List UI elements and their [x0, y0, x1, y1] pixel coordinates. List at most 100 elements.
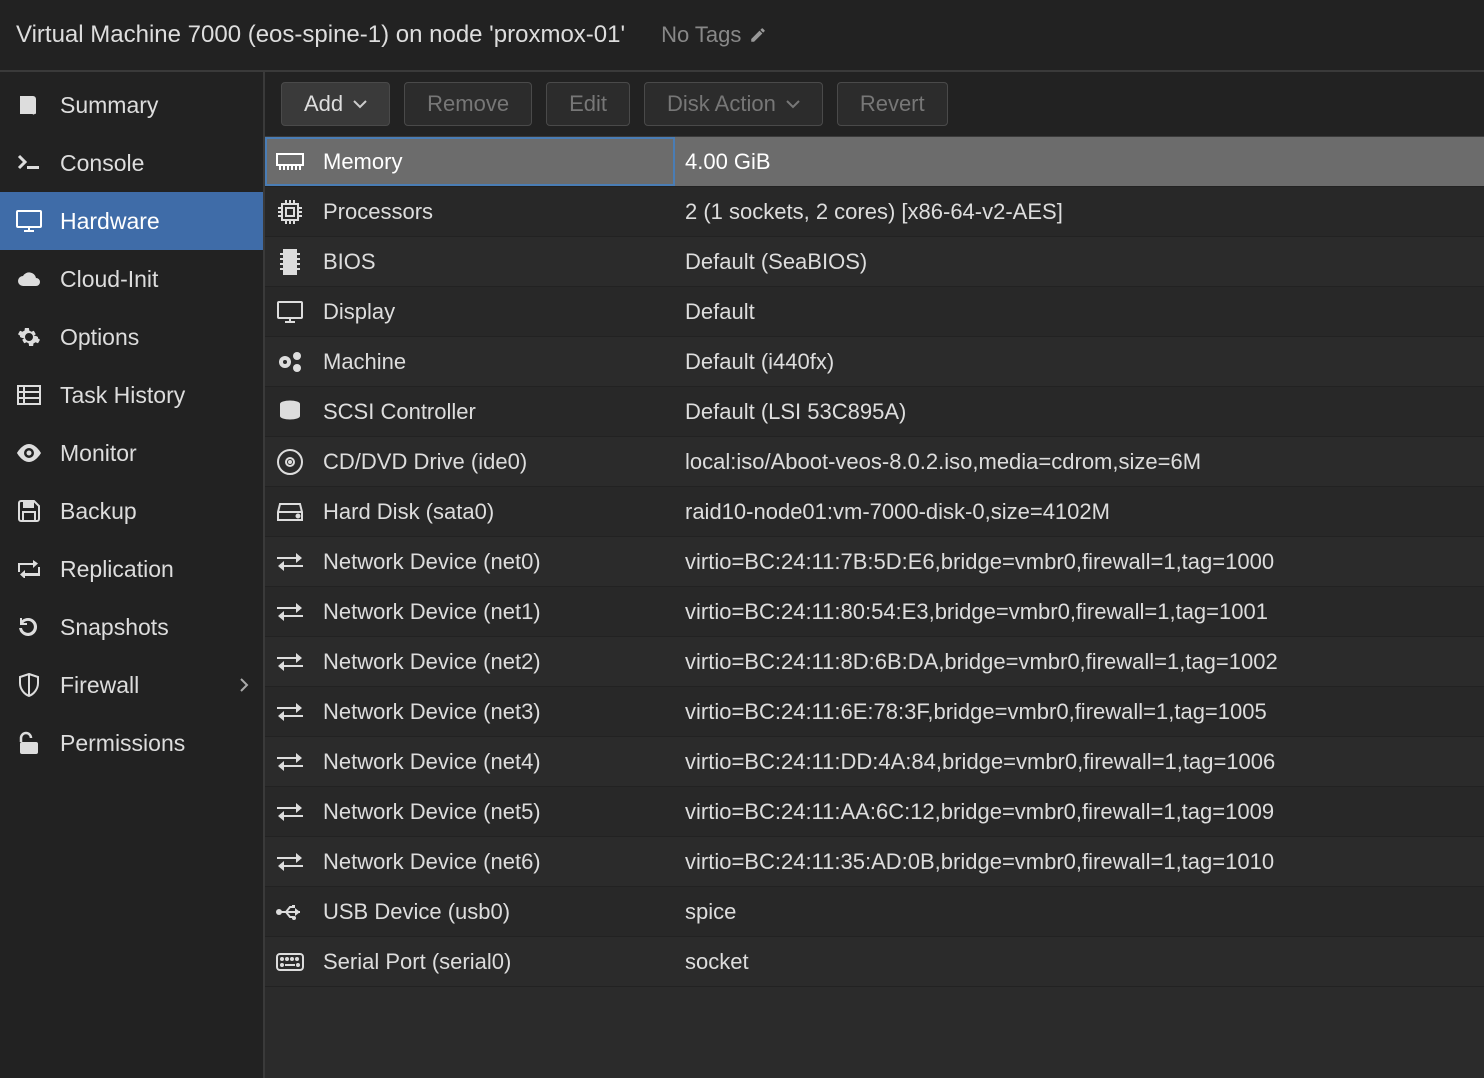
- tags-control[interactable]: No Tags: [661, 22, 767, 48]
- hardware-row[interactable]: Network Device (net0) virtio=BC:24:11:7B:…: [265, 537, 1484, 587]
- hardware-row[interactable]: Hard Disk (sata0)raid10-node01:vm-7000-d…: [265, 487, 1484, 537]
- hardware-row-value: socket: [675, 949, 1484, 975]
- save-icon: [14, 500, 44, 522]
- sidebar-item-options[interactable]: Options: [0, 308, 263, 366]
- hardware-row-value: virtio=BC:24:11:7B:5D:E6,bridge=vmbr0,fi…: [675, 549, 1484, 575]
- hardware-row-key: Network Device (net4): [323, 749, 541, 775]
- shield-icon: [14, 673, 44, 697]
- hardware-row[interactable]: CD/DVD Drive (ide0)local:iso/Aboot-veos-…: [265, 437, 1484, 487]
- sidebar-item-label: Backup: [60, 498, 249, 525]
- hardware-row-value: virtio=BC:24:11:DD:4A:84,bridge=vmbr0,fi…: [675, 749, 1484, 775]
- hardware-row-key-cell: Network Device (net1): [265, 587, 675, 636]
- hardware-row-key: Network Device (net0): [323, 549, 541, 575]
- hardware-row[interactable]: SCSI ControllerDefault (LSI 53C895A): [265, 387, 1484, 437]
- hardware-row-value: 4.00 GiB: [675, 149, 1484, 175]
- list-icon: [14, 385, 44, 405]
- exchange-icon: [275, 852, 305, 872]
- hardware-row[interactable]: Network Device (net3)virtio=BC:24:11:6E:…: [265, 687, 1484, 737]
- add-button[interactable]: Add: [281, 82, 390, 126]
- page-header: Virtual Machine 7000 (eos-spine-1) on no…: [0, 0, 1484, 70]
- terminal-icon: [14, 154, 44, 172]
- hardware-row-key: Network Device (net6): [323, 849, 541, 875]
- hardware-row[interactable]: Serial Port (serial0) socket: [265, 937, 1484, 987]
- chevron-down-icon: [353, 99, 367, 109]
- sidebar-item-cloud-init[interactable]: Cloud-Init: [0, 250, 263, 308]
- revert-button[interactable]: Revert: [837, 82, 948, 126]
- hardware-row-key-cell: Network Device (net6): [265, 837, 675, 886]
- sidebar-item-label: Options: [60, 324, 249, 351]
- cogs-icon: [275, 350, 305, 374]
- hardware-row-value: Default (SeaBIOS): [675, 249, 1484, 275]
- hardware-row-key-cell: Serial Port (serial0): [265, 937, 675, 986]
- hardware-row[interactable]: DisplayDefault: [265, 287, 1484, 337]
- sidebar-item-backup[interactable]: Backup: [0, 482, 263, 540]
- hardware-row[interactable]: BIOSDefault (SeaBIOS): [265, 237, 1484, 287]
- hardware-row[interactable]: Memory4.00 GiB: [265, 137, 1484, 187]
- hardware-row[interactable]: USB Device (usb0)spice: [265, 887, 1484, 937]
- edit-button[interactable]: Edit: [546, 82, 630, 126]
- sidebar-item-snapshots[interactable]: Snapshots: [0, 598, 263, 656]
- hardware-row-value: local:iso/Aboot-veos-8.0.2.iso,media=cdr…: [675, 449, 1484, 475]
- hardware-row[interactable]: Network Device (net2)virtio=BC:24:11:8D:…: [265, 637, 1484, 687]
- database-icon: [275, 400, 305, 424]
- eye-icon: [14, 444, 44, 462]
- usb-icon: [275, 903, 305, 921]
- sidebar-item-task-history[interactable]: Task History: [0, 366, 263, 424]
- exchange-icon: [275, 702, 305, 722]
- hardware-row-key-cell: Processors: [265, 187, 675, 236]
- hardware-row-key: Machine: [323, 349, 406, 375]
- hardware-row[interactable]: Processors2 (1 sockets, 2 cores) [x86-64…: [265, 187, 1484, 237]
- add-button-label: Add: [304, 91, 343, 117]
- hardware-row-key: Serial Port (serial0): [323, 949, 511, 975]
- sidebar: SummaryConsoleHardware Cloud-Init Options T…: [0, 72, 265, 1078]
- disk-action-button[interactable]: Disk Action: [644, 82, 823, 126]
- remove-button[interactable]: Remove: [404, 82, 532, 126]
- memory-icon: [275, 153, 305, 171]
- keyboard-icon: [275, 953, 305, 971]
- hardware-row-key-cell: Hard Disk (sata0): [265, 487, 675, 536]
- sidebar-item-label: Snapshots: [60, 614, 249, 641]
- sidebar-item-hardware[interactable]: Hardware: [0, 192, 263, 250]
- sidebar-item-permissions[interactable]: Permissions: [0, 714, 263, 772]
- hardware-row-key-cell: Network Device (net0): [265, 537, 675, 586]
- exchange-icon: [275, 552, 305, 572]
- revert-button-label: Revert: [860, 91, 925, 117]
- hardware-grid: Memory4.00 GiBProcessors2 (1 sockets, 2 …: [265, 137, 1484, 1078]
- hardware-row-value: Default: [675, 299, 1484, 325]
- hardware-row[interactable]: MachineDefault (i440fx): [265, 337, 1484, 387]
- chip-icon: [275, 249, 305, 275]
- exchange-icon: [275, 802, 305, 822]
- disc-icon: [275, 449, 305, 475]
- chevron-down-icon: [786, 99, 800, 109]
- pencil-icon: [749, 26, 767, 44]
- sidebar-item-label: Firewall: [60, 672, 223, 699]
- hardware-row-value: 2 (1 sockets, 2 cores) [x86-64-v2-AES]: [675, 199, 1484, 225]
- sidebar-item-label: Replication: [60, 556, 249, 583]
- hardware-row-key: Network Device (net1): [323, 599, 541, 625]
- hardware-row-value: virtio=BC:24:11:8D:6B:DA,bridge=vmbr0,fi…: [675, 649, 1484, 675]
- sidebar-item-firewall[interactable]: Firewall: [0, 656, 263, 714]
- hdd-icon: [275, 502, 305, 522]
- history-icon: [14, 615, 44, 639]
- hardware-row-key: SCSI Controller: [323, 399, 476, 425]
- remove-button-label: Remove: [427, 91, 509, 117]
- hardware-row-value: raid10-node01:vm-7000-disk-0,size=4102M: [675, 499, 1484, 525]
- hardware-row-key-cell: CD/DVD Drive (ide0): [265, 437, 675, 486]
- hardware-row[interactable]: Network Device (net5)virtio=BC:24:11:AA:…: [265, 787, 1484, 837]
- sidebar-item-console[interactable]: Console: [0, 134, 263, 192]
- content: Add Remove Edit Disk Action Revert Mem: [265, 72, 1484, 1078]
- page-title: Virtual Machine 7000 (eos-spine-1) on no…: [16, 21, 625, 49]
- hardware-row-key-cell: BIOS: [265, 237, 675, 286]
- hardware-row-key-cell: Memory: [265, 137, 675, 186]
- hardware-row[interactable]: Network Device (net4) virtio=BC:24:11:DD:…: [265, 737, 1484, 787]
- hardware-row[interactable]: Network Device (net6)virtio=BC:24:11:35:…: [265, 837, 1484, 887]
- hardware-row-key-cell: Machine: [265, 337, 675, 386]
- sidebar-item-monitor[interactable]: Monitor: [0, 424, 263, 482]
- hardware-row-key-cell: USB Device (usb0): [265, 887, 675, 936]
- sidebar-item-label: Cloud-Init: [60, 266, 249, 293]
- hardware-row[interactable]: Network Device (net1)virtio=BC:24:11:80:…: [265, 587, 1484, 637]
- sidebar-item-replication[interactable]: Replication: [0, 540, 263, 598]
- sidebar-item-summary[interactable]: Summary: [0, 76, 263, 134]
- exchange-icon: [275, 602, 305, 622]
- toolbar: Add Remove Edit Disk Action Revert: [265, 72, 1484, 137]
